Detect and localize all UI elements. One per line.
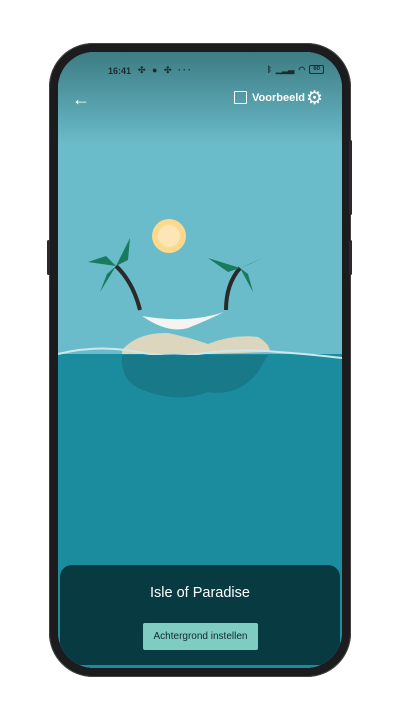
notification-icons: ✣ ● ✣ ··· xyxy=(138,65,194,75)
side-button xyxy=(47,240,50,275)
screen: 16:41 ✣ ● ✣ ··· ᛒ ▁▂▃ ◠ 60 ← Voorbeeld ⚙… xyxy=(58,52,342,668)
gear-icon[interactable]: ⚙ xyxy=(306,87,323,110)
arrow-left-icon[interactable]: ← xyxy=(72,89,90,110)
wallpaper-title: Isle of Paradise xyxy=(150,585,250,601)
signal-icon: ▁▂▃ xyxy=(275,65,295,74)
volume-button xyxy=(349,140,352,215)
set-wallpaper-button[interactable]: Achtergrond instellen xyxy=(143,623,258,650)
wallpaper-panel: Isle of Paradise Achtergrond instellen xyxy=(60,565,340,665)
preview-checkbox[interactable]: Voorbeeld xyxy=(234,91,305,104)
power-button xyxy=(349,240,352,275)
status-time: 16:41 xyxy=(108,66,132,76)
bluetooth-icon: ᛒ xyxy=(267,65,272,74)
checkbox-icon[interactable] xyxy=(234,91,247,104)
battery-icon: 60 xyxy=(309,65,324,74)
more-icon: ··· xyxy=(178,65,194,75)
system-icons: ᛒ ▁▂▃ ◠ 60 xyxy=(267,65,324,74)
preview-label: Voorbeeld xyxy=(252,91,305,104)
wifi-icon: ◠ xyxy=(298,65,306,74)
status-bar: 16:41 ✣ ● ✣ ··· ᛒ ▁▂▃ ◠ 60 xyxy=(58,64,342,80)
toolbar: ← Voorbeeld ⚙ xyxy=(58,88,342,112)
